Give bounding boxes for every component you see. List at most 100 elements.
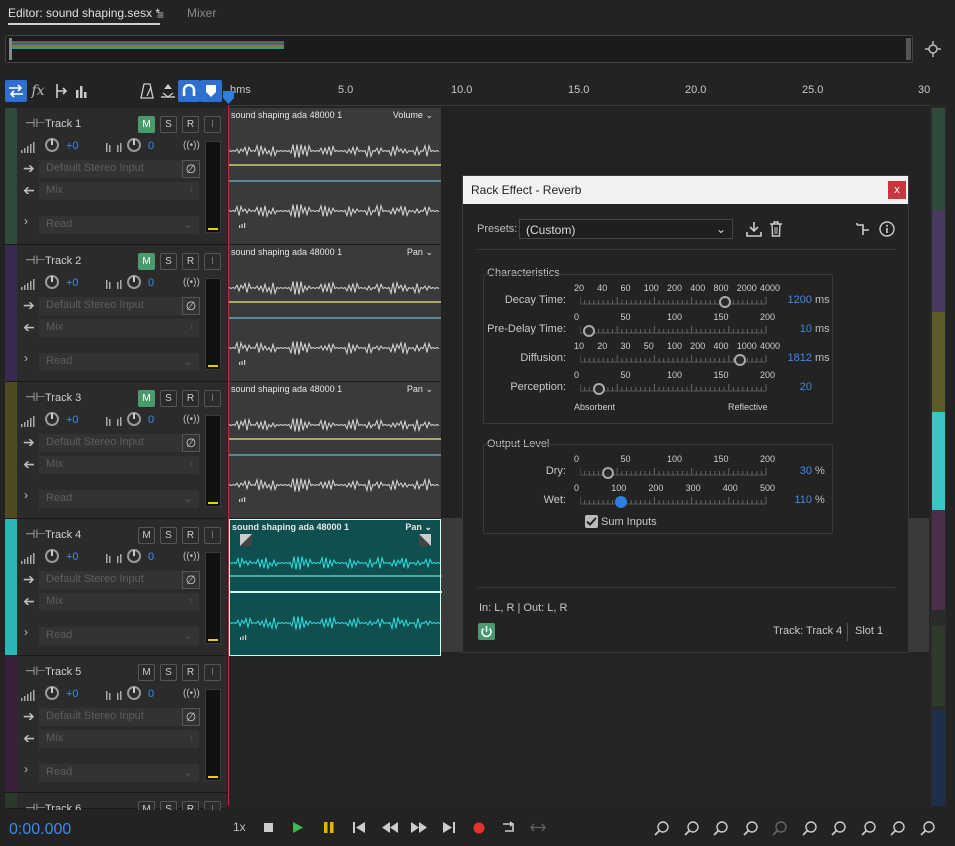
expand-chevron-icon[interactable]: › [24, 351, 28, 365]
slider-thumb[interactable] [592, 383, 605, 395]
stereo-icon[interactable]: ((•)) [183, 688, 200, 699]
track-header[interactable]: ⊣⊢ Track 4 M S R I +0 0 ((•)) ➔ Default … [5, 519, 227, 656]
pan-value[interactable]: 0 [148, 140, 154, 152]
expand-chevron-icon[interactable]: › [24, 488, 28, 502]
mute-button[interactable]: M [138, 116, 155, 133]
pan-value[interactable]: 0 [148, 688, 154, 700]
pan-knob[interactable] [127, 549, 141, 563]
time-ruler[interactable]: hms 5.0 10.0 15.0 20.0 25.0 30 [228, 82, 930, 106]
volume-knob[interactable] [45, 412, 59, 426]
input-monitor-button[interactable]: I [204, 527, 221, 544]
zoom-in-point-icon[interactable] [801, 820, 818, 836]
automation-mode[interactable]: Read ⌄ [39, 627, 199, 645]
zoom-full-icon[interactable] [772, 820, 788, 836]
volume-value[interactable]: +0 [66, 414, 79, 426]
zoom-in-time-icon[interactable] [713, 820, 729, 836]
record-arm-button[interactable]: R [182, 527, 199, 544]
slider-track[interactable] [580, 496, 768, 505]
mute-button[interactable]: M [138, 253, 155, 270]
volume-knob[interactable] [45, 686, 59, 700]
close-button[interactable]: x [888, 181, 906, 199]
pan-value[interactable]: 0 [148, 277, 154, 289]
phase-invert-button[interactable]: ∅ [182, 160, 200, 178]
input-selector[interactable]: Default Stereo Input › [39, 708, 199, 726]
output-selector[interactable]: Mix › [39, 319, 199, 337]
metronome-icon[interactable] [136, 80, 158, 102]
playback-speed[interactable]: 1x [233, 820, 246, 834]
effects-icon[interactable]: fx [27, 80, 49, 102]
fast-forward-icon[interactable] [411, 822, 427, 833]
power-button[interactable] [478, 623, 495, 640]
tab-mixer[interactable]: Mixer [187, 6, 216, 20]
record-icon[interactable] [473, 822, 485, 834]
input-selector[interactable]: Default Stereo Input › [39, 160, 199, 178]
input-selector[interactable]: Default Stereo Input › [39, 297, 199, 315]
vertical-scroll-strip[interactable] [930, 106, 946, 806]
zoom-out-time-icon[interactable] [742, 820, 759, 836]
pan-value[interactable]: 0 [148, 414, 154, 426]
track-name[interactable]: Track 4 [45, 529, 81, 541]
info-icon[interactable] [879, 221, 895, 237]
tab-menu-icon[interactable]: ≡ [157, 8, 164, 22]
volume-value[interactable]: +0 [66, 140, 79, 152]
routing-icon[interactable] [856, 222, 870, 236]
record-arm-button[interactable]: R [182, 116, 199, 133]
automation-mode[interactable]: Read ⌄ [39, 216, 199, 234]
slider-thumb[interactable] [733, 354, 746, 366]
pan-knob[interactable] [127, 138, 141, 152]
param-value[interactable]: 1812 [763, 352, 812, 364]
pause-icon[interactable] [324, 822, 334, 833]
input-selector[interactable]: Default Stereo Input › [39, 434, 199, 452]
slider-thumb[interactable] [614, 496, 627, 508]
record-arm-button[interactable]: R [182, 253, 199, 270]
slider-track[interactable] [580, 325, 768, 334]
expand-chevron-icon[interactable]: › [24, 625, 28, 639]
phase-invert-button[interactable]: ∅ [182, 297, 200, 315]
audio-clip[interactable]: sound shaping ada 48000 1 Volume ⌄ [229, 108, 441, 245]
inputs-outputs-icon[interactable] [5, 80, 27, 102]
audio-clip[interactable]: sound shaping ada 48000 1 Pan ⌄ [229, 245, 441, 382]
volume-value[interactable]: +0 [66, 551, 79, 563]
mute-button[interactable]: M [138, 390, 155, 407]
pan-knob[interactable] [127, 412, 141, 426]
zoom-reset-icon[interactable] [890, 820, 906, 836]
slider-thumb[interactable] [719, 296, 732, 308]
pan-value[interactable]: 0 [148, 551, 154, 563]
track-header[interactable]: ⊣⊢ Track 5 M S R I +0 0 ((•)) ➔ Default … [5, 656, 227, 793]
play-icon[interactable] [293, 822, 303, 833]
param-value[interactable]: 20 [763, 381, 812, 393]
stereo-icon[interactable]: ((•)) [183, 551, 200, 562]
audio-clip[interactable]: sound shaping ada 48000 1 Pan ⌄ [229, 519, 442, 656]
input-monitor-button[interactable]: I [204, 253, 221, 270]
rack-title-bar[interactable]: Rack Effect - Reverb x [463, 176, 908, 204]
output-selector[interactable]: Mix › [39, 730, 199, 748]
go-to-end-icon[interactable] [443, 822, 455, 833]
stereo-icon[interactable]: ((•)) [183, 140, 200, 151]
stereo-icon[interactable]: ((•)) [183, 277, 200, 288]
record-arm-button[interactable]: R [182, 664, 199, 681]
zoom-in-amplitude-icon[interactable] [654, 820, 670, 836]
slider-track[interactable] [580, 296, 768, 305]
solo-button[interactable]: S [160, 664, 177, 681]
volume-knob[interactable] [45, 138, 59, 152]
loop-icon[interactable] [501, 821, 517, 834]
mute-button[interactable]: M [138, 664, 155, 681]
automation-mode[interactable]: Read ⌄ [39, 490, 199, 508]
output-selector[interactable]: Mix › [39, 456, 199, 474]
stop-icon[interactable] [264, 823, 274, 833]
input-monitor-button[interactable]: I [204, 116, 221, 133]
phase-invert-button[interactable]: ∅ [182, 434, 200, 452]
solo-button[interactable]: S [160, 390, 177, 407]
sends-icon[interactable] [49, 80, 71, 102]
track-header[interactable]: ⊣⊢ Track 6 M S R I [5, 793, 227, 818]
solo-button[interactable]: S [160, 116, 177, 133]
input-selector[interactable]: Default Stereo Input › [39, 571, 199, 589]
param-value[interactable]: 110 [763, 494, 812, 506]
record-arm-button[interactable]: R [182, 390, 199, 407]
zoom-out-amplitude-icon[interactable] [683, 820, 700, 836]
phase-invert-button[interactable]: ∅ [182, 571, 200, 589]
track-header[interactable]: ⊣⊢ Track 2 M S R I +0 0 ((•)) ➔ Default … [5, 245, 227, 382]
zoom-tracks-icon[interactable] [919, 820, 936, 836]
mute-button[interactable]: M [138, 527, 155, 544]
go-to-start-icon[interactable] [353, 822, 365, 833]
